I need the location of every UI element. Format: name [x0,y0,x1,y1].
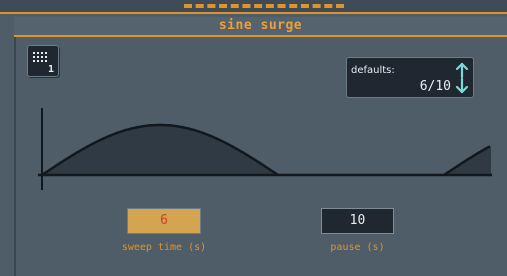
pause-label: pause (s) [330,242,385,253]
sweep-time-field[interactable]: 6 [127,208,201,234]
sine-surge-panel: sine surge 1 defaults: 6/10 6 sweep time… [0,0,507,276]
waveform-curve-second [443,145,491,177]
sine-surge-waveform [38,108,492,190]
pause-field[interactable]: 10 [321,208,394,234]
sweep-time-label: sweep time (s) [121,242,207,253]
